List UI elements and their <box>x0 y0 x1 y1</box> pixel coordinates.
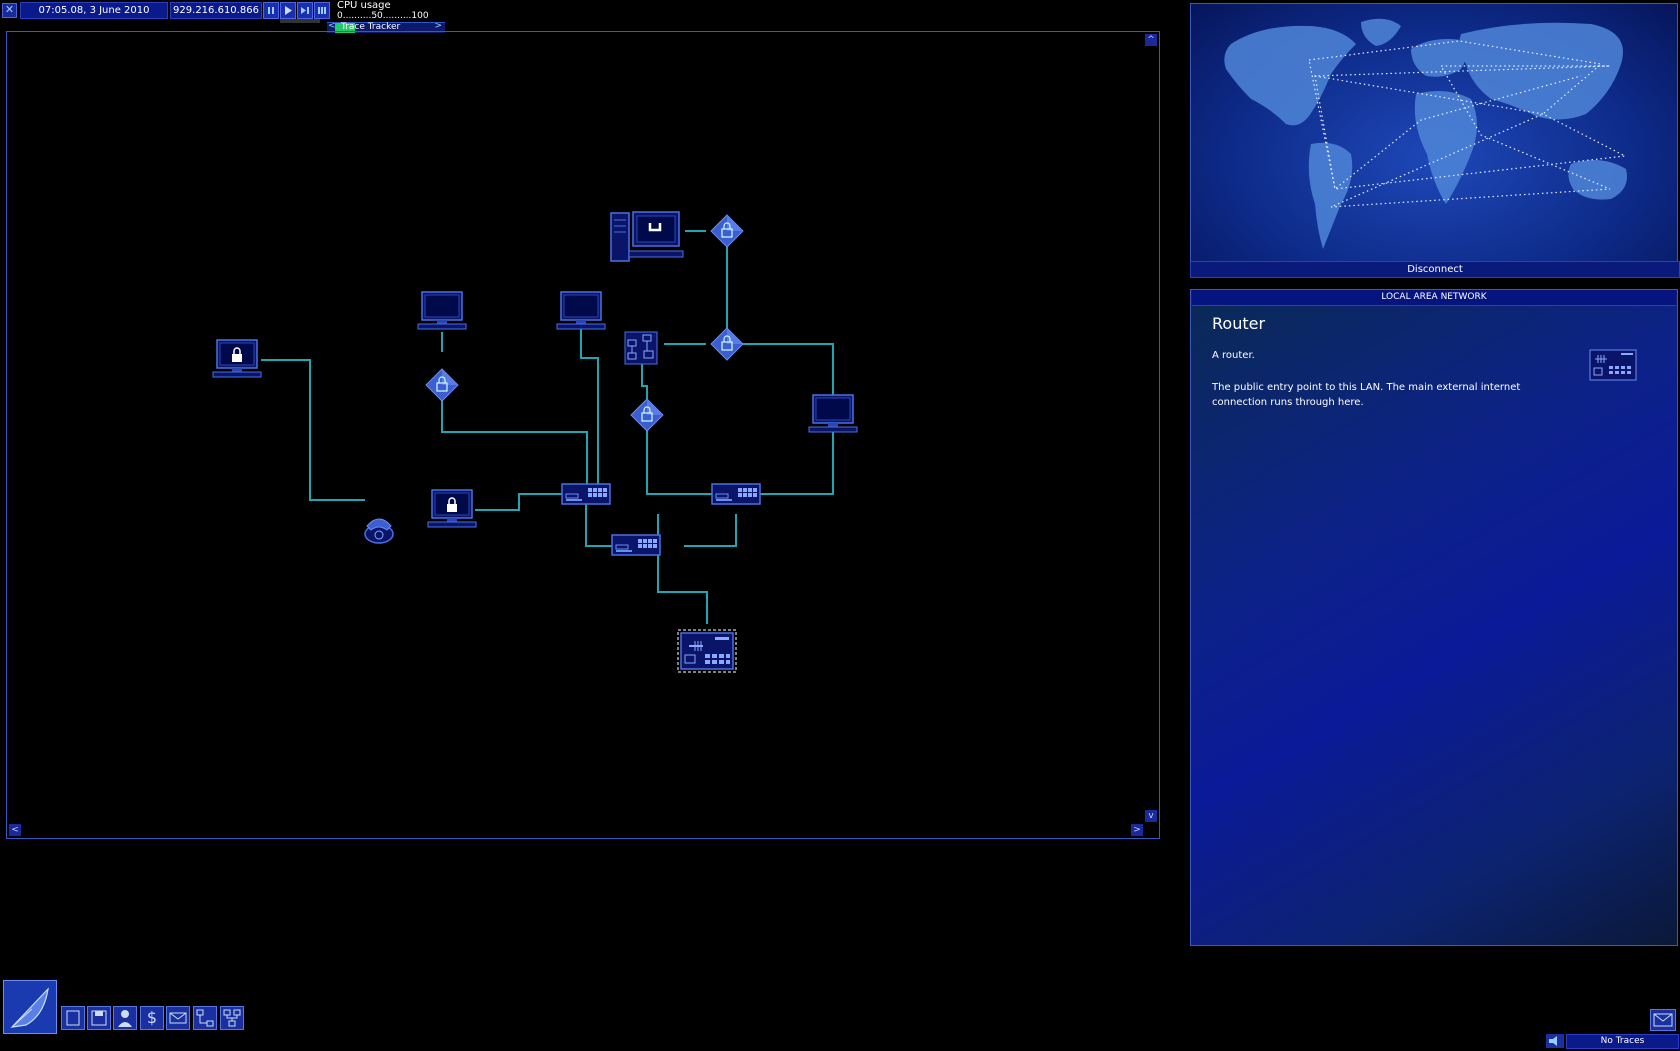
router-node[interactable] <box>611 534 661 556</box>
computer-node[interactable] <box>808 394 858 433</box>
ip-address-display: 929.216.610.866 <box>170 2 262 19</box>
disconnect-button[interactable]: Disconnect <box>1190 261 1680 278</box>
cpu-usage-label: CPU usage <box>337 0 391 11</box>
info-panel-header: LOCAL AREA NETWORK <box>1192 290 1676 306</box>
mail-icon[interactable] <box>166 1006 190 1030</box>
mainframe-node[interactable] <box>610 211 684 262</box>
locked-computer-node[interactable] <box>212 339 262 378</box>
network-icon[interactable] <box>193 1006 217 1030</box>
lan-diagram <box>212 211 858 673</box>
fast-forward-icon[interactable] <box>297 2 313 19</box>
scroll-left-button[interactable]: < <box>9 824 21 836</box>
speed-slider[interactable] <box>280 19 320 23</box>
dollar-icon[interactable]: $ <box>140 1006 164 1030</box>
volume-icon[interactable] <box>1546 1034 1564 1048</box>
fastest-icon[interactable] <box>314 2 330 19</box>
security-lock-node[interactable] <box>425 368 459 402</box>
lan-icon[interactable] <box>220 1006 244 1030</box>
locked-computer-node[interactable] <box>427 489 477 528</box>
world-map[interactable] <box>1190 3 1678 262</box>
lan-cluster-node[interactable] <box>624 331 658 365</box>
pause-icon[interactable] <box>263 2 279 19</box>
close-icon[interactable]: ✕ <box>2 3 17 18</box>
security-lock-node[interactable] <box>710 327 744 361</box>
router-icon <box>1589 349 1637 381</box>
router-node[interactable] <box>711 483 761 505</box>
network-links <box>261 230 834 624</box>
tracker-right-arrow[interactable]: > <box>434 21 442 31</box>
trace-status: No Traces <box>1566 1034 1679 1049</box>
satellite-dish-icon[interactable] <box>3 980 57 1034</box>
selected-gateway-router-node[interactable] <box>677 629 737 673</box>
world-map-graphic <box>1224 18 1628 249</box>
play-icon[interactable] <box>280 2 296 19</box>
computer-icon[interactable] <box>61 1006 85 1030</box>
scroll-up-button[interactable]: ^ <box>1145 34 1157 46</box>
cpu-usage-scale: 0..........50..........100 <box>337 11 429 21</box>
telephone-node[interactable] <box>364 518 394 544</box>
router-node[interactable] <box>561 483 611 505</box>
info-description: A router. <box>1212 350 1255 361</box>
scroll-down-button[interactable]: v <box>1145 810 1157 822</box>
info-title: Router <box>1212 314 1266 333</box>
mail-icon[interactable] <box>1650 1009 1676 1031</box>
security-lock-node[interactable] <box>630 398 664 432</box>
security-lock-node[interactable] <box>710 214 744 248</box>
date-time-display: 07:05.08, 3 June 2010 <box>20 2 168 19</box>
scroll-right-button[interactable]: > <box>1131 824 1143 836</box>
computer-node[interactable] <box>417 291 467 330</box>
info-details: The public entry point to this LAN. The … <box>1212 382 1521 408</box>
floppy-disk-icon[interactable] <box>87 1006 111 1030</box>
lan-view[interactable]: ^ v < > <box>6 31 1160 839</box>
person-icon[interactable] <box>113 1006 137 1030</box>
computer-node[interactable] <box>556 291 606 330</box>
